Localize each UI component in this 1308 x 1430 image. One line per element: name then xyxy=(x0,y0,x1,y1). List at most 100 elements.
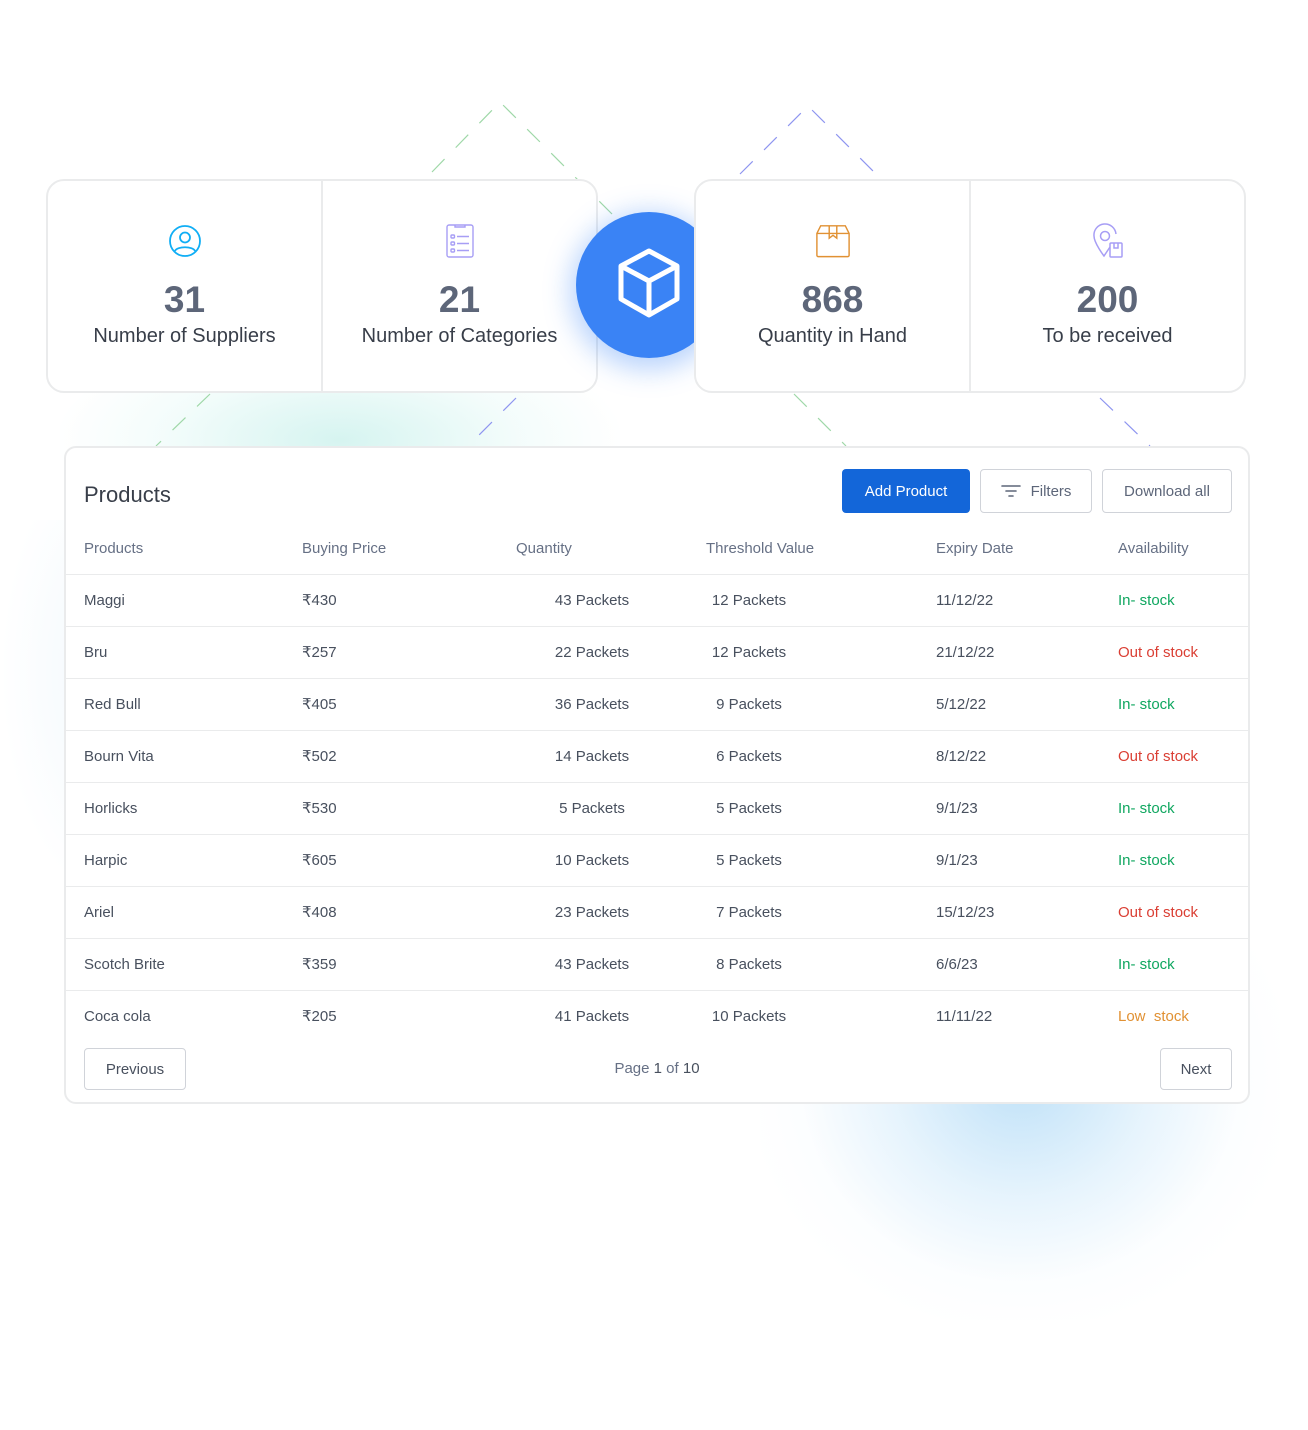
product-name: Maggi xyxy=(66,574,284,627)
quantity: 43 Packets xyxy=(496,938,688,991)
table-row[interactable]: Coca cola ₹205 41 Packets 10 Packets 11/11/2… xyxy=(66,990,1248,1042)
product-name: Ariel xyxy=(66,886,284,939)
stat-to-be-received: 200 To be received xyxy=(969,181,1244,391)
column-header-expiry-date[interactable]: Expiry Date xyxy=(918,524,1108,575)
product-name: Harpic xyxy=(66,834,284,887)
add-product-button[interactable]: Add Product xyxy=(842,469,970,513)
clipboard-list-icon xyxy=(442,223,478,259)
threshold-value: 12 Packets xyxy=(688,626,918,679)
connector-green-right xyxy=(793,393,847,447)
connector-blue-right xyxy=(1099,397,1151,447)
quantity: 14 Packets xyxy=(496,730,688,783)
quantity: 41 Packets xyxy=(554,1007,630,1025)
availability-status: Out of stock xyxy=(1108,730,1248,783)
availability-status: Out of stock xyxy=(1108,626,1248,679)
threshold-value: 9 Packets xyxy=(688,678,918,731)
stat-suppliers: 31 Number of Suppliers xyxy=(48,181,321,391)
expiry-date: 8/12/22 xyxy=(918,730,1108,783)
products-table: Products Buying Price Quantity Threshold… xyxy=(66,524,1248,1042)
availability-status: In- stock xyxy=(1108,678,1248,731)
pagination: Previous Page 1 of 10 Next xyxy=(66,1048,1248,1090)
quantity: 23 Packets xyxy=(496,886,688,939)
stat-value: 31 xyxy=(163,279,206,320)
table-row[interactable]: Bru ₹257 22 Packets 12 Packets 21/12/22 Out o… xyxy=(66,626,1248,679)
stat-label: Number of Suppliers xyxy=(93,325,276,347)
download-all-button[interactable]: Download all xyxy=(1102,469,1232,513)
package-box-icon xyxy=(815,223,851,259)
column-header-threshold-value[interactable]: Threshold Value xyxy=(688,524,918,575)
stat-label: Number of Categories xyxy=(361,325,558,347)
filters-label: Filters xyxy=(1030,482,1072,500)
table-row[interactable]: Scotch Brite ₹359 43 Packets 8 Packets 6/6/2… xyxy=(66,938,1248,991)
table-row[interactable]: Ariel ₹408 23 Packets 7 Packets 15/12/23 Out … xyxy=(66,886,1248,939)
connector-blue-top xyxy=(739,105,879,177)
table-row[interactable]: Horlicks ₹530 5 Packets 5 Packets 9/1/23 In- … xyxy=(66,782,1248,835)
product-name: Coca cola xyxy=(84,1007,151,1025)
products-title: Products xyxy=(84,482,171,507)
column-header-quantity[interactable]: Quantity xyxy=(496,524,688,575)
table-row[interactable]: Maggi ₹430 43 Packets 12 Packets 11/12/22 In-… xyxy=(66,574,1248,627)
availability-status: In- stock xyxy=(1108,834,1248,887)
buying-price: ₹257 xyxy=(284,626,496,679)
user-circle-icon xyxy=(167,223,203,259)
next-page-button[interactable]: Next xyxy=(1160,1048,1232,1090)
availability-status: In- stock xyxy=(1108,574,1248,627)
availability-status: Low stock xyxy=(1118,1007,1189,1025)
column-header-availability[interactable]: Availability xyxy=(1108,524,1248,575)
table-row[interactable]: Harpic ₹605 10 Packets 5 Packets 9/1/23 In- s… xyxy=(66,834,1248,887)
cube-icon xyxy=(615,247,683,324)
expiry-date: 11/11/22 xyxy=(936,1007,993,1025)
buying-price: ₹530 xyxy=(284,782,496,835)
expiry-date: 21/12/22 xyxy=(918,626,1108,679)
table-row[interactable]: Red Bull ₹405 36 Packets 9 Packets 5/12/22 In… xyxy=(66,678,1248,731)
table-row[interactable]: Bourn Vita ₹502 14 Packets 6 Packets 8/12/22… xyxy=(66,730,1248,783)
expiry-date: 9/1/23 xyxy=(918,782,1108,835)
expiry-date: 5/12/22 xyxy=(918,678,1108,731)
threshold-value: 8 Packets xyxy=(688,938,918,991)
buying-price: ₹502 xyxy=(284,730,496,783)
buying-price: ₹405 xyxy=(284,678,496,731)
stat-categories: 21 Number of Categories xyxy=(321,181,596,391)
buying-price: ₹430 xyxy=(284,574,496,627)
stats-card-suppliers-categories: 31 Number of Suppliers 21 Number of Cate… xyxy=(46,179,598,393)
threshold-value: 10 Packets xyxy=(711,1007,787,1025)
product-name: Horlicks xyxy=(66,782,284,835)
buying-price: ₹359 xyxy=(284,938,496,991)
stat-label: To be received xyxy=(1042,325,1173,347)
threshold-value: 12 Packets xyxy=(688,574,918,627)
availability-status: Out of stock xyxy=(1108,886,1248,939)
threshold-value: 7 Packets xyxy=(688,886,918,939)
expiry-date: 11/12/22 xyxy=(918,574,1108,627)
quantity: 36 Packets xyxy=(496,678,688,731)
products-panel: Products Add Product Filters Download al… xyxy=(64,446,1250,1104)
column-header-products[interactable]: Products xyxy=(66,524,284,575)
current-page: 1 xyxy=(653,1060,662,1077)
page-of: of xyxy=(666,1060,679,1077)
stat-value: 200 xyxy=(1076,279,1139,320)
stat-value: 21 xyxy=(438,279,481,320)
table-header-row: Products Buying Price Quantity Threshold… xyxy=(66,524,1248,575)
stat-value: 868 xyxy=(801,279,864,320)
product-name: Red Bull xyxy=(66,678,284,731)
product-name: Scotch Brite xyxy=(66,938,284,991)
buying-price: ₹408 xyxy=(284,886,496,939)
buying-price: ₹205 xyxy=(302,1008,337,1026)
quantity: 5 Packets xyxy=(496,782,688,835)
product-name: Bru xyxy=(66,626,284,679)
location-package-icon xyxy=(1090,223,1126,259)
stat-quantity-in-hand: 868 Quantity in Hand xyxy=(696,181,969,391)
availability-status: In- stock xyxy=(1108,938,1248,991)
filter-icon xyxy=(1000,484,1021,498)
threshold-value: 5 Packets xyxy=(688,834,918,887)
stat-label: Quantity in Hand xyxy=(758,325,907,347)
total-pages: 10 xyxy=(682,1060,700,1077)
stats-card-quantity-received: 868 Quantity in Hand 200 To be received xyxy=(694,179,1246,393)
filters-button[interactable]: Filters xyxy=(980,469,1092,513)
threshold-value: 6 Packets xyxy=(688,730,918,783)
expiry-date: 9/1/23 xyxy=(918,834,1108,887)
column-header-buying-price[interactable]: Buying Price xyxy=(284,524,496,575)
threshold-value: 5 Packets xyxy=(688,782,918,835)
page-indicator: Page 1 of 10 xyxy=(66,1060,1248,1077)
quantity: 10 Packets xyxy=(496,834,688,887)
expiry-date: 6/6/23 xyxy=(918,938,1108,991)
